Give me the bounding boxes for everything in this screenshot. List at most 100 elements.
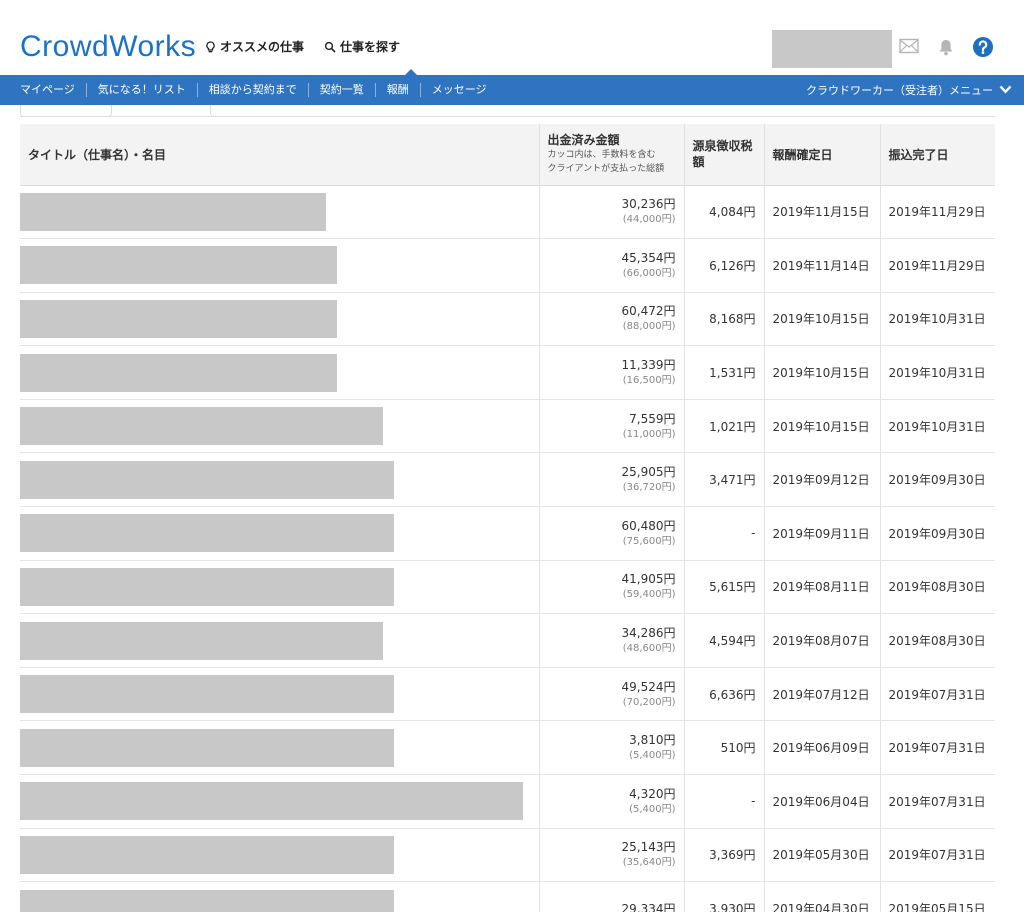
redacted-title-bar[interactable] xyxy=(20,567,394,606)
cell-withholding-tax: 510円 xyxy=(683,720,764,776)
gross-amount: (16,500円) xyxy=(622,375,676,387)
cell-transfer-date: 2019年05月15日 xyxy=(879,881,995,912)
cell-confirmed-date: 2019年08月11日 xyxy=(763,560,880,615)
tab-right[interactable] xyxy=(210,105,995,117)
search-icon xyxy=(324,41,336,53)
mail-icon[interactable] xyxy=(899,38,919,54)
table-row[interactable]: 4,320円 (5,400円) -2019年06月04日 2019年07月31日 xyxy=(20,774,995,829)
rewards-table-container: タイトル（仕事名）・名目 出金済み金額 カッコ内は、手数料を含む クライアントが… xyxy=(20,124,995,912)
redacted-title-bar[interactable] xyxy=(20,835,394,874)
cell-title xyxy=(20,506,539,561)
cell-confirmed-date: 2019年10月15日 xyxy=(763,345,880,400)
find-jobs-link[interactable]: 仕事を探す xyxy=(324,40,400,54)
table-row[interactable]: 49,524円 (70,200円) 6,636円 2019年07月12日 2019年07… xyxy=(20,667,995,722)
redacted-title-bar[interactable] xyxy=(20,353,337,392)
cell-title xyxy=(20,185,539,240)
cell-withholding-tax: 1,531円 xyxy=(683,345,764,400)
cell-transfer-date: 2019年09月30日 xyxy=(879,452,995,508)
cell-confirmed-date: 2019年11月14日 xyxy=(763,238,880,293)
cell-confirmed-date: 2019年08月07日 xyxy=(763,613,880,668)
redacted-title-bar[interactable] xyxy=(20,460,394,499)
gross-amount: (35,640円) xyxy=(622,857,676,869)
chevron-down-icon xyxy=(999,84,1012,97)
cell-transfer-date: 2019年11月29日 xyxy=(879,238,995,293)
paid-amount: 34,286円 xyxy=(621,626,676,641)
table-row[interactable]: 60,472円 (88,000円) 8,168円 2019年10月15日 2019年10… xyxy=(20,292,995,347)
gross-amount: (11,000円) xyxy=(622,428,676,440)
table-row[interactable]: 29,334円 3,930円 2019年04月30日 2019年05月15日 xyxy=(20,881,995,912)
cell-title xyxy=(20,828,539,883)
table-row[interactable]: 25,905円 (36,720円) 3,471円 2019年09月12日 2019年09… xyxy=(20,452,995,508)
paid-amount: 11,339円 xyxy=(621,358,676,373)
cell-confirmed-date: 2019年06月09日 xyxy=(763,720,880,776)
nav-item-consult-to-contract[interactable]: 相談から契約まで xyxy=(198,83,309,97)
table-row[interactable]: 7,559円 (11,000円) 1,021円 2019年10月15日 2019年10月… xyxy=(20,399,995,454)
cell-withholding-tax: - xyxy=(683,774,764,829)
recommended-jobs-link[interactable]: オススメの仕事 xyxy=(205,40,304,54)
paid-amount: 49,524円 xyxy=(621,679,676,694)
redacted-title-bar[interactable] xyxy=(20,889,394,912)
nav-item-mypage[interactable]: マイページ xyxy=(0,83,87,97)
cell-confirmed-date: 2019年10月15日 xyxy=(763,292,880,347)
table-row[interactable]: 45,354円 (66,000円) 6,126円 2019年11月14日 2019年11… xyxy=(20,238,995,293)
paid-amount: 7,559円 xyxy=(629,411,676,426)
cell-transfer-date: 2019年08月30日 xyxy=(879,613,995,668)
table-row[interactable]: 25,143円 (35,640円) 3,369円 2019年05月30日 2019年07… xyxy=(20,828,995,883)
redacted-title-bar[interactable] xyxy=(20,675,394,714)
cell-title xyxy=(20,292,539,347)
paid-amount: 3,810円 xyxy=(629,733,676,748)
header-title: タイトル（仕事名）・名目 xyxy=(20,124,539,186)
cell-transfer-date: 2019年07月31日 xyxy=(879,828,995,883)
table-row[interactable]: 34,286円 (48,600円) 4,594円 2019年08月07日 2019年08… xyxy=(20,613,995,668)
paid-amount: 25,905円 xyxy=(621,465,676,480)
cell-withholding-tax: - xyxy=(683,506,764,561)
cell-amount: 29,334円 xyxy=(538,881,684,912)
cell-title xyxy=(20,238,539,293)
redacted-title-bar[interactable] xyxy=(20,514,394,553)
lightbulb-icon xyxy=(205,40,216,54)
worker-menu-dropdown[interactable]: クラウドワーカー（受注者）メニュー xyxy=(806,75,1012,105)
table-row[interactable]: 60,480円 (75,600円) -2019年09月11日 2019年09月30日 xyxy=(20,506,995,561)
header-confirmed-date: 報酬確定日 xyxy=(763,124,880,186)
cell-amount: 30,236円 (44,000円) xyxy=(538,185,684,240)
nav-items: マイページ 気になる！リスト 相談から契約まで 契約一覧 報酬 メッセージ xyxy=(0,75,498,105)
redacted-title-bar[interactable] xyxy=(20,407,383,446)
rewards-table: タイトル（仕事名）・名目 出金済み金額 カッコ内は、手数料を含む クライアントが… xyxy=(20,124,995,912)
redacted-title-bar[interactable] xyxy=(20,299,337,338)
redacted-title-bar[interactable] xyxy=(20,728,394,767)
nav-item-favorites[interactable]: 気になる！リスト xyxy=(87,83,198,97)
redacted-title-bar[interactable] xyxy=(20,192,326,231)
cell-transfer-date: 2019年08月30日 xyxy=(879,560,995,615)
bell-icon[interactable] xyxy=(937,38,955,56)
redacted-title-bar[interactable] xyxy=(20,621,383,660)
redacted-title-bar[interactable] xyxy=(20,782,523,821)
gross-amount: (36,720円) xyxy=(622,482,676,494)
cell-amount: 25,905円 (36,720円) xyxy=(538,452,684,508)
cell-title xyxy=(20,720,539,776)
worker-menu-label: クラウドワーカー（受注者）メニュー xyxy=(806,84,993,97)
cell-transfer-date: 2019年07月31日 xyxy=(879,667,995,722)
cell-confirmed-date: 2019年09月11日 xyxy=(763,506,880,561)
nav-item-contracts[interactable]: 契約一覧 xyxy=(309,83,376,97)
user-account-area[interactable] xyxy=(772,30,892,68)
help-icon[interactable] xyxy=(972,36,994,58)
table-row[interactable]: 41,905円 (59,400円) 5,615円 2019年08月11日 2019年08… xyxy=(20,560,995,615)
cell-withholding-tax: 3,930円 xyxy=(683,881,764,912)
paid-amount: 60,480円 xyxy=(621,518,676,533)
gross-amount: (5,400円) xyxy=(629,750,676,762)
header-amount: 出金済み金額 カッコ内は、手数料を含む クライアントが支払った総額 xyxy=(538,124,684,186)
table-row[interactable]: 30,236円 (44,000円) 4,084円 2019年11月15日 2019年11… xyxy=(20,185,995,240)
find-jobs-label: 仕事を探す xyxy=(340,40,401,54)
nav-item-messages[interactable]: メッセージ xyxy=(421,83,498,97)
cell-amount: 60,480円 (75,600円) xyxy=(538,506,684,561)
nav-item-rewards[interactable]: 報酬 xyxy=(376,83,421,97)
table-row[interactable]: 3,810円 (5,400円) 510円 2019年06月09日 2019年07月31日 xyxy=(20,720,995,776)
cell-confirmed-date: 2019年06月04日 xyxy=(763,774,880,829)
redacted-title-bar[interactable] xyxy=(20,246,337,285)
cell-amount: 41,905円 (59,400円) xyxy=(538,560,684,615)
tab-left[interactable] xyxy=(20,105,112,117)
table-row[interactable]: 11,339円 (16,500円) 1,531円 2019年10月15日 2019年10… xyxy=(20,345,995,400)
cell-transfer-date: 2019年09月30日 xyxy=(879,506,995,561)
crowdworks-logo[interactable]: CrowdWorks xyxy=(20,30,196,64)
cell-amount: 4,320円 (5,400円) xyxy=(538,774,684,829)
